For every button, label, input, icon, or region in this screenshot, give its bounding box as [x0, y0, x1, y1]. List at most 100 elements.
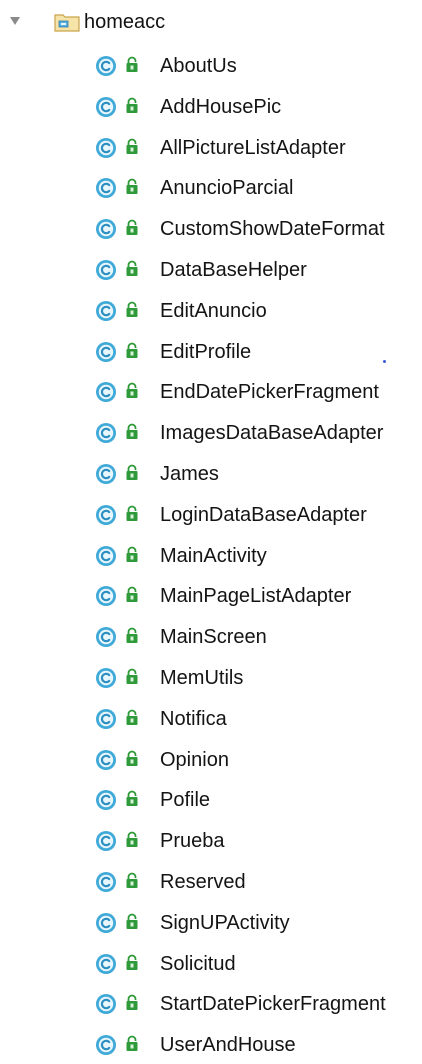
class-label: Pofile: [160, 789, 211, 812]
class-node[interactable]: LoginDataBaseAdapter: [0, 499, 422, 540]
class-label: Notifica: [160, 707, 227, 730]
class-icon: [96, 545, 116, 566]
lock-icon: [126, 668, 138, 684]
class-label: Opinion: [160, 748, 229, 771]
lock-icon: [126, 301, 138, 317]
lock-icon: [126, 627, 138, 644]
class-icon: [96, 56, 116, 76]
package-label: homeacc: [84, 11, 166, 33]
package-node-homeacc[interactable]: homeacc: [0, 0, 422, 44]
class-node[interactable]: UserAndHouse: [0, 1029, 422, 1064]
class-label: Solicitud: [160, 952, 236, 975]
class-node[interactable]: Reserved: [0, 866, 422, 907]
class-label: AboutUs: [160, 55, 237, 77]
class-label: ImagesDataBaseAdapter: [160, 422, 384, 445]
class-node[interactable]: MainScreen: [0, 621, 422, 662]
class-node[interactable]: CustomShowDateFormat: [0, 213, 422, 254]
class-label: StartDatePickerFragment: [160, 993, 386, 1016]
lock-icon: [126, 546, 138, 562]
class-node[interactable]: StartDatePickerFragment: [0, 988, 422, 1029]
lock-icon: [126, 790, 138, 807]
lock-icon: [126, 56, 138, 72]
class-label: AddHousePic: [160, 95, 282, 118]
class-node[interactable]: Solicitud: [0, 948, 422, 989]
class-node[interactable]: SignUPActivity: [0, 907, 422, 948]
lock-icon: [126, 97, 138, 113]
class-icon: [96, 219, 116, 240]
class-node[interactable]: EndDatePickerFragment: [0, 376, 422, 417]
class-node[interactable]: AllPictureListAdapter: [0, 132, 422, 173]
class-icon: [96, 259, 116, 280]
lock-icon: [126, 505, 138, 521]
class-icon: [96, 504, 116, 525]
class-icon: [96, 137, 116, 158]
lock-icon: [126, 913, 138, 929]
class-node[interactable]: MainPageListAdapter: [0, 580, 422, 621]
class-label: AnuncioParcial: [160, 177, 294, 200]
stray-pixel: [383, 360, 386, 363]
class-icon: [96, 341, 116, 362]
expand-triangle-icon[interactable]: [10, 17, 20, 25]
class-icon: [96, 667, 116, 688]
class-icon: [96, 708, 116, 729]
lock-icon: [126, 464, 138, 480]
class-node[interactable]: AddHousePic: [0, 91, 422, 132]
class-icon: [96, 423, 116, 444]
class-label: Reserved: [160, 870, 246, 893]
lock-icon: [126, 138, 138, 154]
class-node[interactable]: ImagesDataBaseAdapter: [0, 417, 422, 458]
class-icon: [96, 953, 116, 974]
lock-icon: [126, 586, 138, 603]
class-label: DataBaseHelper: [160, 258, 307, 281]
lock-icon: [126, 954, 138, 970]
class-label: MainPageListAdapter: [160, 585, 352, 608]
class-icon: [96, 300, 116, 321]
class-node[interactable]: Prueba: [0, 825, 422, 866]
lock-icon: [126, 382, 138, 399]
class-label: EditAnuncio: [160, 299, 267, 322]
class-node[interactable]: James: [0, 458, 422, 499]
class-node[interactable]: DataBaseHelper: [0, 254, 422, 295]
class-node[interactable]: Notifica: [0, 703, 422, 744]
class-label: UserAndHouse: [160, 1034, 296, 1057]
class-node[interactable]: Opinion: [0, 744, 422, 785]
class-icon: [96, 912, 116, 933]
class-icon: [96, 96, 116, 117]
lock-icon: [126, 179, 138, 195]
class-label: AllPictureListAdapter: [160, 136, 346, 159]
lock-icon: [126, 1035, 138, 1052]
class-label: MainScreen: [160, 626, 267, 649]
class-node[interactable]: MemUtils: [0, 662, 422, 703]
class-node[interactable]: Pofile: [0, 784, 422, 825]
class-list: AboutUs AddHousePic AllPictureListAdapter A…: [0, 50, 422, 1064]
class-node[interactable]: EditAnuncio: [0, 295, 422, 336]
class-icon: [96, 831, 116, 852]
lock-icon: [126, 831, 138, 848]
class-label: MemUtils: [160, 666, 244, 689]
lock-icon: [126, 750, 138, 766]
class-label: SignUPActivity: [160, 911, 290, 934]
class-icon: [96, 790, 116, 811]
class-node[interactable]: MainActivity: [0, 540, 422, 581]
class-icon: [96, 178, 116, 199]
class-label: MainActivity: [160, 544, 267, 567]
class-icon: [96, 994, 116, 1015]
class-icon: [96, 382, 116, 403]
class-icon: [96, 586, 116, 607]
lock-icon: [126, 219, 138, 236]
lock-icon: [126, 994, 138, 1011]
class-label: CustomShowDateFormat: [160, 218, 385, 241]
project-tree: homeacc AboutUs AddHousePic AllPictureList…: [0, 0, 422, 1064]
lock-icon: [126, 342, 138, 358]
class-node[interactable]: AnuncioParcial: [0, 172, 422, 213]
class-label: James: [160, 462, 219, 485]
class-label: LoginDataBaseAdapter: [160, 503, 367, 526]
class-label: EndDatePickerFragment: [160, 381, 379, 404]
class-label: EditProfile: [160, 340, 252, 363]
class-label: Prueba: [160, 830, 225, 853]
class-icon: [96, 871, 116, 892]
class-node[interactable]: EditProfile: [0, 336, 422, 377]
package-folder-icon: [54, 14, 80, 32]
lock-icon: [126, 423, 138, 440]
class-node[interactable]: AboutUs: [0, 50, 422, 91]
